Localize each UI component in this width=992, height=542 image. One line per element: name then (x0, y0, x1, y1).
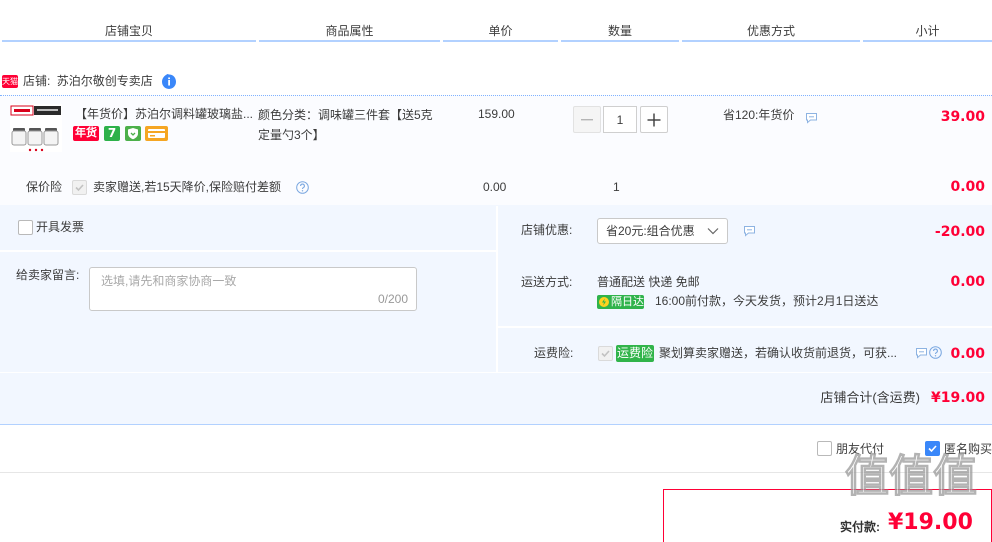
shipping-amount: 0.00 (950, 274, 985, 290)
panel-vertical-divider (496, 206, 498, 372)
shipping-method: 普通配送 快递 免邮 (597, 275, 700, 289)
shop-total-label: 店铺合计(含运费) (820, 390, 920, 405)
freight-insurance-checkbox[interactable] (598, 346, 613, 361)
chat-icon[interactable] (805, 112, 818, 124)
shield-icon[interactable] (125, 126, 141, 141)
anonymous-label: 匿名购买 (944, 442, 992, 456)
plus-icon (647, 113, 661, 126)
tmall-badge: 天猫 (2, 75, 18, 88)
credit-card-icon[interactable] (145, 126, 168, 141)
unit-price: 159.00 (478, 107, 515, 121)
panel-right-divider (498, 326, 992, 328)
minus-icon (581, 118, 593, 120)
item-subtotal: 39.00 (940, 109, 985, 125)
message-label: 给卖家留言: (16, 268, 80, 282)
help-icon[interactable] (296, 181, 309, 194)
lightning-icon (599, 297, 609, 307)
header-col-discount: 优惠方式 (682, 0, 860, 42)
shop-discount-select[interactable]: 省20元:组合优惠 (597, 218, 728, 244)
panel-bottom-border (0, 424, 992, 425)
invoice-checkbox[interactable] (18, 220, 33, 235)
chevron-down-icon (707, 228, 719, 235)
chat-icon[interactable] (743, 225, 756, 237)
next-day-badge-label: 隔日达 (611, 296, 644, 308)
message-counter: 0/200 (377, 292, 408, 306)
new-year-badge[interactable]: 年货 (73, 126, 99, 141)
header-col-subtotal: 小计 (863, 0, 992, 42)
freight-insurance-amount: 0.00 (950, 346, 985, 362)
quantity-decrease-button[interactable] (573, 106, 601, 133)
item-promo: 省120:年货价 (723, 108, 795, 122)
header-col-quantity: 数量 (561, 0, 679, 42)
payment-label: 实付款: (840, 520, 880, 534)
shop-label: 店铺: (23, 74, 51, 88)
price-insurance-subtotal: 0.00 (950, 179, 985, 195)
shop-row: 店铺: 苏泊尔敬创专卖店 (23, 73, 153, 89)
header-col-unit-price: 单价 (443, 0, 558, 42)
options-divider (0, 472, 992, 473)
invoice-label: 开具发票 (36, 220, 85, 234)
help-icon[interactable] (929, 346, 942, 359)
chat-icon[interactable] (915, 347, 928, 359)
freight-insurance-badge: 运费险 (616, 345, 654, 362)
product-thumbnail[interactable] (10, 104, 62, 152)
price-insurance-checkbox[interactable] (72, 180, 87, 195)
shipping-note: 16:00前付款，今天发货，预计2月1日送达 (655, 294, 879, 308)
friend-pay-checkbox[interactable] (817, 441, 832, 456)
shop-name-link[interactable]: 苏泊尔敬创专卖店 (57, 74, 153, 88)
seven-day-return-badge[interactable]: 7 (104, 126, 120, 141)
product-sku: 颜色分类：调味罐三件套【送5克定量勺3个】 (258, 108, 433, 142)
price-insurance-desc: 卖家赠送,若15天降价,保险赔付差额 (93, 180, 282, 194)
header-col-attributes: 商品属性 (259, 0, 440, 42)
shop-discount-selected: 省20元:组合优惠 (606, 224, 695, 238)
friend-pay-label: 朋友代付 (836, 442, 885, 456)
shop-discount-amount: -20.00 (934, 224, 985, 240)
panel-total-divider (0, 372, 992, 373)
info-drop-icon[interactable] (161, 73, 177, 90)
freight-insurance-label: 运费险: (534, 346, 574, 360)
price-insurance-quantity: 1 (613, 180, 620, 194)
shipping-label: 运送方式: (521, 275, 573, 289)
price-insurance-label: 保价险 (26, 180, 63, 194)
next-day-badge: 隔日达 (597, 295, 644, 309)
quantity-increase-button[interactable] (640, 106, 668, 133)
payment-amount: ¥19.00 (888, 510, 973, 535)
shop-discount-label: 店铺优惠: (521, 223, 573, 237)
anonymous-checkbox[interactable] (925, 441, 940, 456)
quantity-input[interactable] (603, 106, 637, 133)
shop-total-amount: ¥19.00 (930, 390, 985, 406)
freight-insurance-desc: 聚划算卖家赠送，若确认收货前退货，可获... (659, 346, 898, 360)
header-col-item: 店铺宝贝 (2, 0, 256, 42)
product-title-link[interactable]: 【年货价】苏泊尔调料罐玻璃盐... (75, 106, 253, 122)
price-insurance-price: 0.00 (483, 180, 507, 194)
panel-left-divider (0, 250, 496, 252)
